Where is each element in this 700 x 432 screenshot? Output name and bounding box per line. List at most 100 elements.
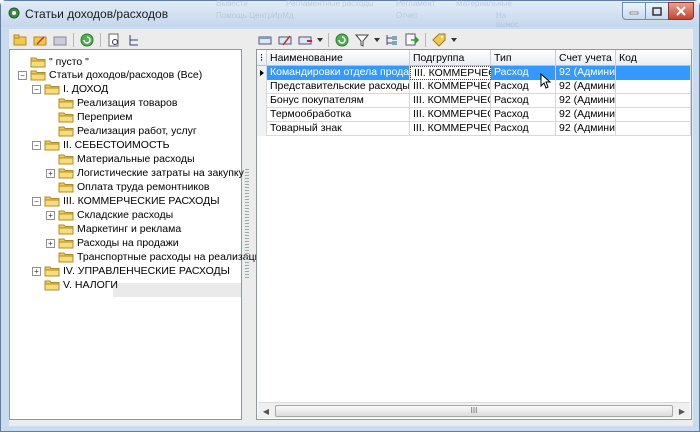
add-folder-button[interactable] [11,32,29,48]
tree-node[interactable]: Маркетинг и реклама [46,222,181,236]
delete-row-button[interactable] [296,32,314,48]
table-cell[interactable]: Расход [491,108,556,122]
delete-folder-button[interactable] [51,32,69,48]
tree-node[interactable]: Оплата труда ремонтников [46,180,210,194]
actions-button[interactable] [430,32,448,48]
tree-node[interactable]: + Складские расходы [46,208,173,222]
scroll-left-button[interactable]: ◀ [258,403,274,419]
table-cell[interactable]: Представительские расходы по п [267,80,410,94]
table-cell[interactable] [616,122,691,136]
table-cell[interactable] [616,108,691,122]
table-cell[interactable]: 92 (Админист [556,94,616,108]
row-indicator[interactable] [257,66,267,80]
row-indicator[interactable] [257,122,267,136]
add-row-button[interactable] [256,32,274,48]
tree-node[interactable]: Переприем [46,110,133,124]
table-cell[interactable]: 92 (Админист [556,80,616,94]
table-cell[interactable]: III. КОММЕРЧЕСКИ [410,66,491,80]
edit-row-button[interactable] [276,32,294,48]
tree-node[interactable]: − III. КОММЕРЧЕСКИЕ РАСХОДЫ [32,194,220,208]
table-cell[interactable]: Термообработка [267,108,410,122]
table-row[interactable]: Представительские расходы по пIII. КОММЕ… [257,80,691,94]
folder-icon [44,280,60,291]
refresh-grid-button[interactable] [333,32,351,48]
group-button[interactable] [383,32,401,48]
folder-icon [44,140,60,151]
table-cell[interactable]: Командировки отдела продаж [267,66,410,80]
tree-node[interactable]: V. НАЛОГИ [32,278,118,292]
tree-node[interactable]: " пусто " [18,55,89,69]
tree-node[interactable]: Транспортные расходы на реализацию [46,250,268,264]
table-row[interactable]: Бонус покупателямIII. КОММЕРЧЕСКИРасход9… [257,94,691,108]
table-cell[interactable]: Товарный знак [267,122,410,136]
column-header-code[interactable]: Код [616,50,691,66]
close-button[interactable] [668,2,694,20]
collapse-icon[interactable]: − [18,70,27,80]
tree-node[interactable]: − Статьи доходов/расходов (Все) [18,68,202,82]
tree-node[interactable]: − II. СЕБЕСТОИМОСТЬ [32,138,170,152]
filter-dropdown-arrow[interactable] [373,32,381,48]
items-grid[interactable]: ⁝ Наименование Подгруппа Тип Счет учета … [256,49,692,420]
folder-icon [58,224,74,235]
horizontal-scrollbar[interactable]: ◀ III ▶ [258,402,690,418]
table-cell[interactable]: 92 (Админист [556,108,616,122]
table-cell[interactable]: Расход [491,94,556,108]
collapse-icon[interactable]: − [32,140,41,150]
table-cell[interactable]: III. КОММЕРЧЕСКИ [410,80,491,94]
column-header-subgroup[interactable]: Подгруппа [410,50,491,66]
scroll-thumb[interactable]: III [275,405,673,417]
tree-node[interactable]: Материальные расходы [46,152,195,166]
tree-node[interactable]: − I. ДОХОД [32,82,108,96]
table-row[interactable]: ТермообработкаIII. КОММЕРЧЕСКИРасход92 (… [257,108,691,122]
filter-button[interactable] [353,32,371,48]
row-indicator[interactable] [257,94,267,108]
row-indicator[interactable] [257,108,267,122]
maximize-button[interactable] [645,2,669,20]
expand-icon[interactable]: + [46,238,55,248]
edit-folder-button[interactable] [31,32,49,48]
title-bar[interactable]: Статьи доходов/расходов Вывести Регламен… [1,0,699,29]
panel-splitter[interactable] [245,169,249,279]
export-button[interactable] [403,32,421,48]
expand-icon[interactable]: + [32,266,41,276]
table-cell[interactable] [616,66,691,80]
tree-node[interactable]: Реализация товаров [46,96,177,110]
window-title: Статьи доходов/расходов [25,7,169,21]
delete-dropdown-arrow[interactable] [316,32,324,48]
scroll-right-button[interactable]: ▶ [674,403,690,419]
minimize-button[interactable] [622,2,646,20]
table-cell[interactable]: Бонус покупателям [267,94,410,108]
folder-icon [58,238,74,249]
expand-icon[interactable]: + [46,168,55,178]
actions-dropdown-arrow[interactable] [450,32,458,48]
expand-icon[interactable]: + [46,210,55,220]
column-header-type[interactable]: Тип [491,50,556,66]
column-header-account[interactable]: Счет учета [556,50,616,66]
folder-icon [58,126,74,137]
collapse-icon[interactable]: − [32,84,41,94]
table-cell[interactable]: III. КОММЕРЧЕСКИ [410,108,491,122]
table-row-selected[interactable]: Командировки отдела продажIII. КОММЕРЧЕС… [257,66,691,80]
find-button[interactable] [105,32,123,48]
tree-node[interactable]: + IV. УПРАВЛЕНЧЕСКИЕ РАСХОДЫ [32,264,230,278]
column-header-name[interactable]: Наименование [267,50,410,66]
table-cell[interactable] [616,80,691,94]
refresh-tree-button[interactable] [78,32,96,48]
table-cell[interactable]: 92 (Админист [556,66,616,80]
table-cell[interactable]: III. КОММЕРЧЕСКИ [410,94,491,108]
table-cell[interactable] [616,94,691,108]
table-cell[interactable]: III. КОММЕРЧЕСКИ [410,122,491,136]
tree-node[interactable]: Реализация работ, услуг [46,124,197,138]
tree-node[interactable]: + Логистические затраты на закупку [46,166,244,180]
collapse-icon[interactable]: − [32,196,41,206]
row-indicator[interactable] [257,80,267,94]
move-node-button[interactable] [125,32,143,48]
category-tree[interactable]: " пусто " − Статьи доходов/расходов (Все) −… [9,49,268,420]
current-row-arrow-icon [260,70,264,76]
table-cell[interactable]: 92 (Админист [556,122,616,136]
table-cell[interactable]: Расход [491,122,556,136]
table-row[interactable]: Товарный знакIII. КОММЕРЧЕСКИРасход92 (А… [257,122,691,136]
tree-node[interactable]: + Расходы на продажи [46,236,179,250]
